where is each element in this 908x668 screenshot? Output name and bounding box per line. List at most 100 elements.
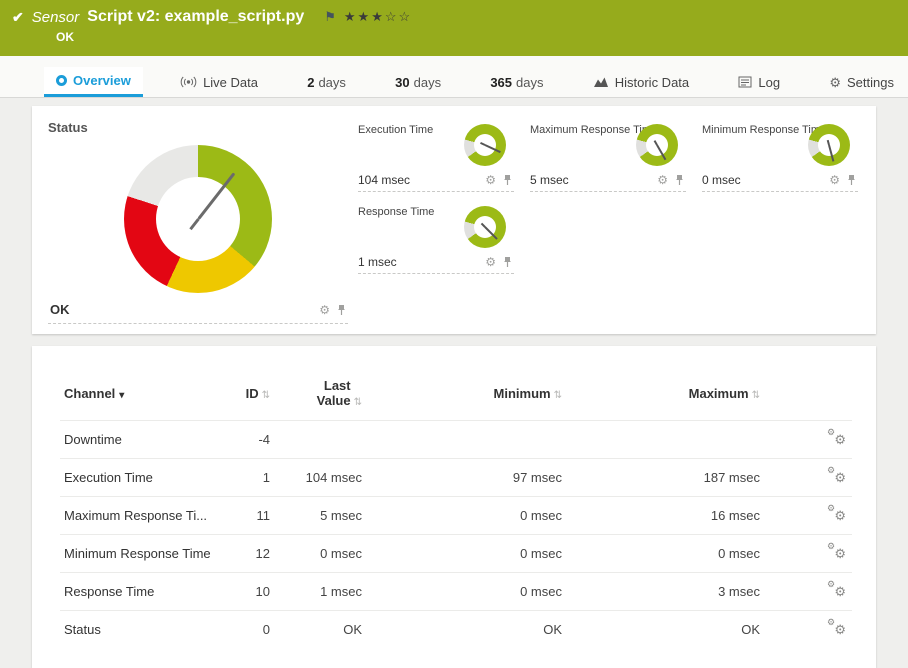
tab-label: 2 <box>307 75 314 90</box>
tab-live-data[interactable]: Live Data <box>168 67 270 97</box>
channel-name: Minimum Response Time <box>60 535 218 573</box>
tab-log[interactable]: Log <box>726 67 792 97</box>
channel-last-value <box>274 421 366 459</box>
gear-icon: ⚙ <box>834 471 846 484</box>
channel-minimum: 0 msec <box>366 535 566 573</box>
channel-minimum: OK <box>366 611 566 649</box>
channel-name: Execution Time <box>60 459 218 497</box>
col-header-minimum[interactable]: Minimum⇅ <box>366 372 566 421</box>
table-row: Minimum Response Time 12 0 msec 0 msec 0… <box>60 535 852 573</box>
gear-icon: ⚙ <box>827 618 835 627</box>
tab-historic-data[interactable]: Historic Data <box>581 67 701 97</box>
gear-icon: ⚙ <box>827 542 835 551</box>
table-row: Execution Time 1 104 msec 97 msec 187 ms… <box>60 459 852 497</box>
channel-maximum: 3 msec <box>566 573 764 611</box>
status-gauge-footer: OK ⚙ <box>48 302 348 324</box>
gear-icon[interactable]: ⚙ <box>657 174 668 186</box>
col-header-id[interactable]: ID⇅ <box>218 372 274 421</box>
status-gauge <box>48 135 348 302</box>
status-ok-check-icon: ✔ <box>12 9 24 26</box>
channel-minimum: 0 msec <box>366 497 566 535</box>
gauge-response-time: Response Time 1 msec ⚙ <box>358 204 514 274</box>
channel-id: 12 <box>218 535 274 573</box>
pin-icon[interactable] <box>847 174 856 186</box>
gear-icon[interactable]: ⚙ <box>829 174 840 186</box>
channel-last-value: 104 msec <box>274 459 366 497</box>
channel-maximum: OK <box>566 611 764 649</box>
channel-settings-icon[interactable]: ⚙⚙ <box>827 620 846 636</box>
gear-icon[interactable]: ⚙ <box>485 174 496 186</box>
status-gauge-block: Status OK ⚙ <box>48 120 348 324</box>
tab-settings[interactable]: ⚙ Settings <box>817 67 906 97</box>
overview-panel: Status OK ⚙ Execution Time <box>32 106 876 334</box>
mini-gauge-graphic <box>464 124 506 166</box>
col-header-maximum[interactable]: Maximum⇅ <box>566 372 764 421</box>
channel-settings-icon[interactable]: ⚙⚙ <box>827 430 846 446</box>
sort-arrows-icon: ⇅ <box>752 390 760 401</box>
priority-flag-icon[interactable]: ⚑ <box>324 9 336 25</box>
col-label: Maximum <box>689 386 749 401</box>
log-icon <box>738 76 752 88</box>
object-kind-label: Sensor <box>32 9 80 26</box>
channel-minimum <box>366 421 566 459</box>
tab-label: Settings <box>847 75 894 90</box>
status-gauge-title: Status <box>48 120 348 135</box>
pin-icon[interactable] <box>503 174 512 186</box>
page-title: Script v2: example_script.py <box>87 8 304 26</box>
channels-table-panel: Channel▾ ID⇅ Last Value⇅ Minimum⇅ Maximu… <box>32 346 876 668</box>
tab-label: days <box>318 75 345 90</box>
gear-icon: ⚙ <box>834 585 846 598</box>
col-label: ID <box>246 386 259 401</box>
sort-caret-icon: ▾ <box>119 390 124 401</box>
table-row: Response Time 10 1 msec 0 msec 3 msec ⚙⚙ <box>60 573 852 611</box>
sort-arrows-icon: ⇅ <box>554 390 562 401</box>
gear-icon[interactable]: ⚙ <box>485 256 496 268</box>
channel-name: Maximum Response Ti... <box>60 497 218 535</box>
tab-label: Log <box>758 75 780 90</box>
gear-icon: ⚙ <box>834 623 846 636</box>
table-row: Downtime -4 ⚙⚙ <box>60 421 852 459</box>
col-header-channel[interactable]: Channel▾ <box>60 372 218 421</box>
channel-settings-icon[interactable]: ⚙⚙ <box>827 468 846 484</box>
tab-label: days <box>414 75 441 90</box>
pin-icon[interactable] <box>337 304 346 316</box>
col-header-last-value[interactable]: Last Value⇅ <box>274 372 366 421</box>
sensor-status-text: OK <box>56 30 898 44</box>
channel-id: 1 <box>218 459 274 497</box>
gear-icon[interactable]: ⚙ <box>319 304 330 316</box>
channel-settings-icon[interactable]: ⚙⚙ <box>827 582 846 598</box>
tab-2-days[interactable]: 2 days <box>295 67 358 97</box>
gauge-execution-time: Execution Time 104 msec ⚙ <box>358 122 514 192</box>
tab-30-days[interactable]: 30 days <box>383 67 453 97</box>
pin-icon[interactable] <box>675 174 684 186</box>
channel-id: 11 <box>218 497 274 535</box>
mini-gauge-graphic <box>808 124 850 166</box>
tab-bar: Overview Live Data 2 days 30 days 365 da… <box>0 56 908 98</box>
channel-name: Response Time <box>60 573 218 611</box>
tab-365-days[interactable]: 365 days <box>478 67 555 97</box>
gauge-value: 1 msec <box>358 255 397 269</box>
channel-settings-icon[interactable]: ⚙⚙ <box>827 506 846 522</box>
channel-last-value: 0 msec <box>274 535 366 573</box>
gear-icon: ⚙ <box>834 509 846 522</box>
tab-label: 30 <box>395 75 409 90</box>
table-header-row: Channel▾ ID⇅ Last Value⇅ Minimum⇅ Maximu… <box>60 372 852 421</box>
channel-id: -4 <box>218 421 274 459</box>
channels-table: Channel▾ ID⇅ Last Value⇅ Minimum⇅ Maximu… <box>60 372 852 648</box>
channel-name: Status <box>60 611 218 649</box>
gear-icon: ⚙ <box>827 504 835 513</box>
status-gauge-value: OK <box>50 302 70 317</box>
mini-gauges-grid: Execution Time 104 msec ⚙ Maximum Respon… <box>358 120 858 324</box>
pin-icon[interactable] <box>503 256 512 268</box>
priority-stars[interactable]: ★★★☆☆ <box>344 9 412 25</box>
overview-icon <box>56 75 67 86</box>
channel-minimum: 97 msec <box>366 459 566 497</box>
live-data-icon <box>180 76 197 88</box>
gear-icon: ⚙ <box>834 547 846 560</box>
gear-icon: ⚙ <box>834 433 846 446</box>
sort-arrows-icon: ⇅ <box>262 390 270 401</box>
col-label: Last Value <box>307 378 351 408</box>
sensor-header: ✔ Sensor Script v2: example_script.py ⚑ … <box>0 0 908 56</box>
tab-overview[interactable]: Overview <box>44 67 143 97</box>
channel-settings-icon[interactable]: ⚙⚙ <box>827 544 846 560</box>
